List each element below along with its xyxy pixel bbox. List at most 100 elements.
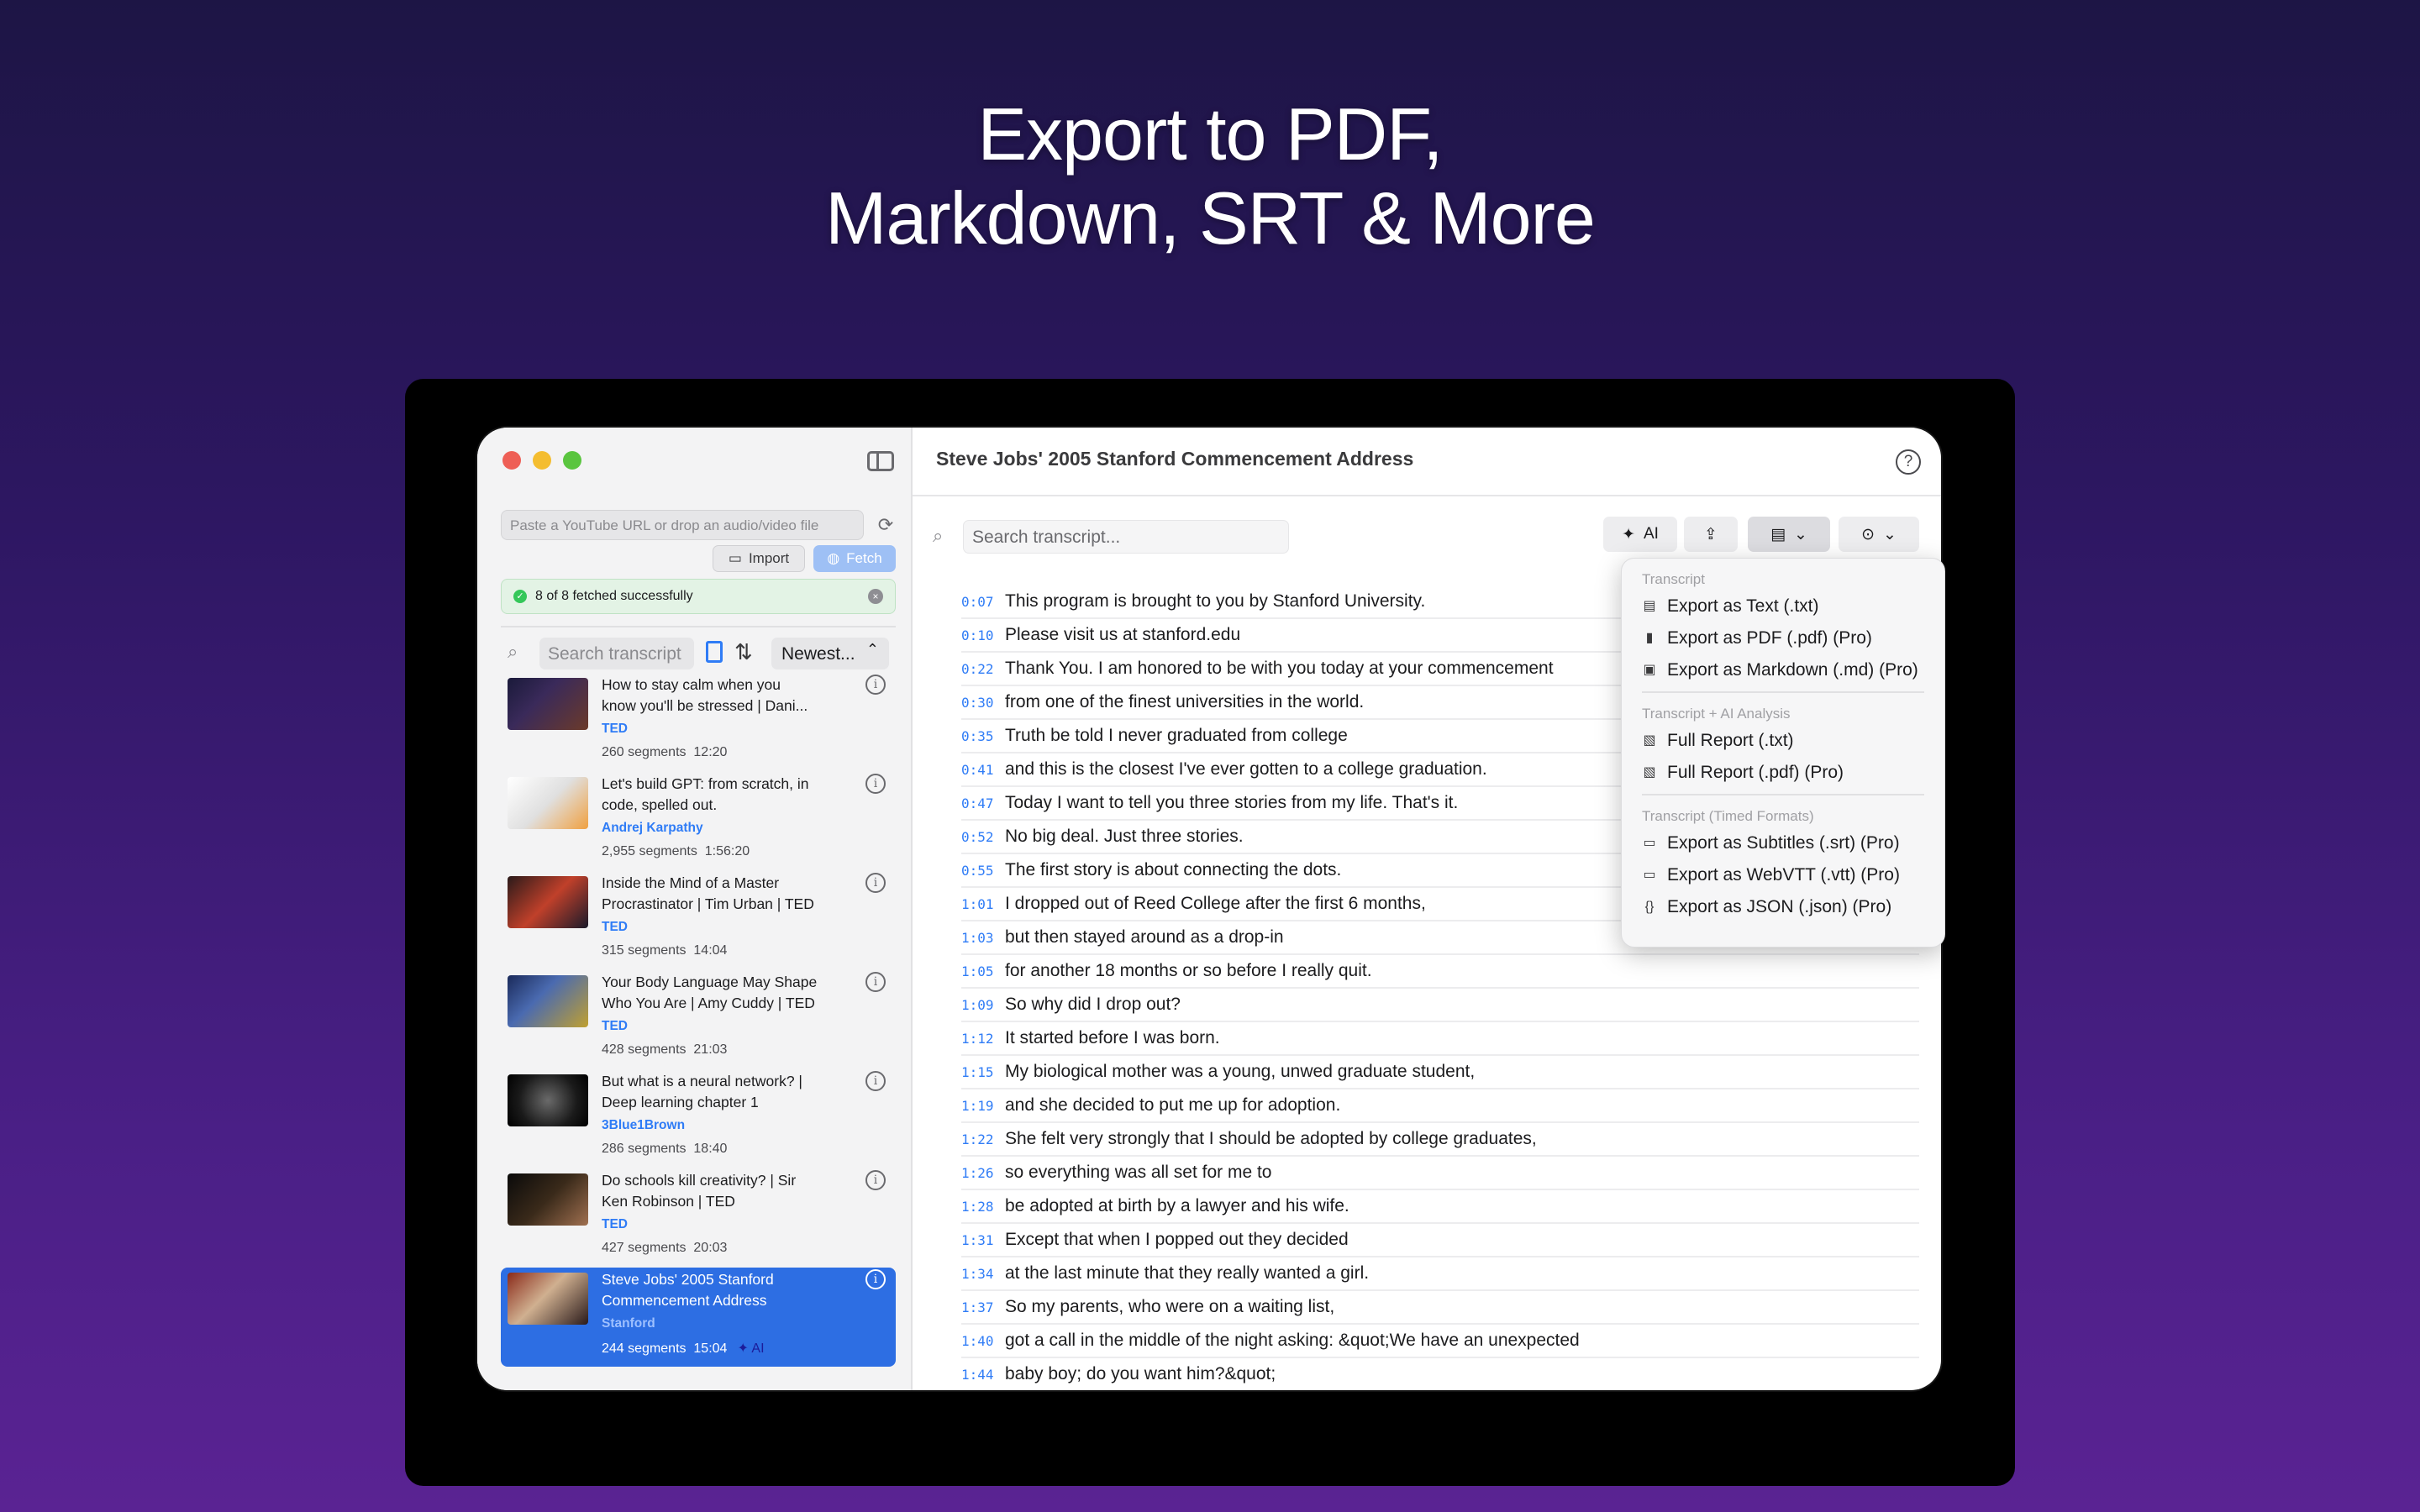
segment-timestamp[interactable]: 1:09: [961, 997, 1005, 1013]
transcript-segment[interactable]: 1:15 My biological mother was a young, un…: [961, 1056, 1919, 1089]
segment-timestamp[interactable]: 1:44: [961, 1367, 1005, 1383]
menu-item-label: Export as Text (.txt): [1667, 596, 1819, 616]
menu-section: Transcript + AI Analysis ▧ Full Report (.t…: [1622, 703, 1944, 789]
menu-item-export[interactable]: ▧ Full Report (.pdf) (Pro): [1642, 757, 1924, 789]
more-options-button[interactable]: ⊙ ⌄: [1839, 517, 1919, 552]
menu-item-export[interactable]: ▮ Export as PDF (.pdf) (Pro): [1642, 622, 1924, 654]
transcript-segment[interactable]: 1:19 and she decided to put me up for ado…: [961, 1089, 1919, 1123]
segment-text: I dropped out of Reed College after the …: [1005, 894, 1426, 913]
segment-timestamp[interactable]: 1:22: [961, 1131, 1005, 1147]
segment-timestamp[interactable]: 0:10: [961, 627, 1005, 643]
segment-timestamp[interactable]: 1:05: [961, 963, 1005, 979]
segment-timestamp[interactable]: 1:28: [961, 1199, 1005, 1215]
segment-timestamp[interactable]: 1:01: [961, 896, 1005, 912]
segment-timestamp[interactable]: 0:07: [961, 594, 1005, 610]
transcript-segment[interactable]: 1:34 at the last minute that they really …: [961, 1257, 1919, 1291]
help-icon[interactable]: ?: [1896, 449, 1921, 475]
video-list-item[interactable]: Do schools kill creativity? | Sir Ken Ro…: [501, 1168, 896, 1268]
transcript-segment[interactable]: 1:37 So my parents, who were on a waiting…: [961, 1291, 1919, 1325]
transcript-search-input[interactable]: Search transcript...: [963, 520, 1289, 554]
video-duration: 21:03: [693, 1042, 728, 1057]
export-button[interactable]: ▤ ⌄: [1748, 517, 1830, 552]
info-icon[interactable]: i: [865, 675, 886, 695]
fetch-button[interactable]: ◍ Fetch: [813, 545, 896, 572]
ai-button[interactable]: ✦ AI: [1603, 517, 1677, 552]
video-channel[interactable]: TED: [602, 1217, 628, 1232]
menu-item-export[interactable]: {} Export as JSON (.json) (Pro): [1642, 891, 1924, 923]
menu-item-export[interactable]: ▣ Export as Markdown (.md) (Pro): [1642, 654, 1924, 686]
segment-timestamp[interactable]: 1:34: [961, 1266, 1005, 1282]
segment-timestamp[interactable]: 1:03: [961, 930, 1005, 946]
segment-timestamp[interactable]: 1:12: [961, 1031, 1005, 1047]
import-button[interactable]: ▭ Import: [713, 545, 805, 572]
info-icon[interactable]: i: [865, 1170, 886, 1190]
sidebar-toggle-icon[interactable]: [867, 451, 894, 471]
segment-timestamp[interactable]: 0:41: [961, 762, 1005, 778]
bookmark-filter-icon[interactable]: [706, 641, 723, 663]
transcript-segment[interactable]: 1:12 It started before I was born.: [961, 1022, 1919, 1056]
info-icon[interactable]: i: [865, 873, 886, 893]
library-search-input[interactable]: Search transcript: [539, 638, 694, 669]
sparkle-icon: ✦: [737, 1341, 749, 1356]
video-channel[interactable]: TED: [602, 722, 628, 737]
zoom-window-button[interactable]: [563, 451, 581, 470]
segment-timestamp[interactable]: 0:52: [961, 829, 1005, 845]
refresh-icon[interactable]: ⟳: [876, 515, 896, 535]
minimize-window-button[interactable]: [533, 451, 551, 470]
segment-timestamp[interactable]: 0:55: [961, 863, 1005, 879]
segment-timestamp[interactable]: 0:22: [961, 661, 1005, 677]
sort-order-icon[interactable]: ⇅: [734, 639, 753, 665]
menu-item-export[interactable]: ▤ Export as Text (.txt): [1642, 591, 1924, 622]
segment-timestamp[interactable]: 1:15: [961, 1064, 1005, 1080]
video-channel[interactable]: Andrej Karpathy: [602, 821, 703, 836]
video-duration: 15:04: [693, 1341, 728, 1356]
video-channel[interactable]: 3Blue1Brown: [602, 1118, 685, 1133]
video-channel[interactable]: TED: [602, 920, 628, 935]
transcript-segment[interactable]: 1:28 be adopted at birth by a lawyer and …: [961, 1190, 1919, 1224]
segment-timestamp[interactable]: 0:30: [961, 695, 1005, 711]
video-list-item[interactable]: But what is a neural network? | Deep lea…: [501, 1069, 896, 1168]
video-list-item-selected[interactable]: Steve Jobs' 2005 Stanford Commencement A…: [501, 1268, 896, 1367]
close-window-button[interactable]: [502, 451, 521, 470]
menu-item-export[interactable]: ▧ Full Report (.txt): [1642, 725, 1924, 757]
info-icon[interactable]: i: [865, 1269, 886, 1289]
share-button[interactable]: ⇪: [1684, 517, 1738, 552]
info-icon[interactable]: i: [865, 774, 886, 794]
subtitle-icon: ▭: [1643, 836, 1656, 850]
segment-timestamp[interactable]: 0:35: [961, 728, 1005, 744]
transcript-segment[interactable]: 1:44 baby boy; do you want him?&quot;: [961, 1358, 1919, 1390]
info-icon[interactable]: i: [865, 972, 886, 992]
video-meta: 428 segments 21:03: [602, 1042, 727, 1058]
sidebar: Paste a YouTube URL or drop an audio/vid…: [477, 428, 913, 1390]
export-doc-icon: ▤: [1770, 525, 1786, 543]
menu-section-header: Transcript (Timed Formats): [1642, 808, 1814, 824]
transcript-segment[interactable]: 1:31 Except that when I popped out they d…: [961, 1224, 1919, 1257]
divider: [501, 626, 896, 627]
segment-timestamp[interactable]: 1:37: [961, 1299, 1005, 1315]
transcript-segment[interactable]: 1:05 for another 18 months or so before I…: [961, 955, 1919, 989]
sort-select[interactable]: Newest...: [771, 638, 889, 669]
segment-timestamp[interactable]: 1:40: [961, 1333, 1005, 1349]
segment-timestamp[interactable]: 0:47: [961, 795, 1005, 811]
video-list-item[interactable]: Your Body Language May Shape Who You Are…: [501, 970, 896, 1069]
dismiss-status-icon[interactable]: ×: [868, 589, 883, 604]
ai-badge-label: AI: [751, 1341, 765, 1356]
video-list-item[interactable]: Inside the Mind of a Master Procrastinat…: [501, 871, 896, 970]
menu-item-export[interactable]: ▭ Export as WebVTT (.vtt) (Pro): [1642, 859, 1924, 891]
video-channel[interactable]: TED: [602, 1019, 628, 1034]
url-input[interactable]: Paste a YouTube URL or drop an audio/vid…: [501, 510, 864, 540]
info-icon[interactable]: i: [865, 1071, 886, 1091]
video-list-item[interactable]: Let's build GPT: from scratch, in code, …: [501, 772, 896, 871]
segment-timestamp[interactable]: 1:26: [961, 1165, 1005, 1181]
transcript-segment[interactable]: 1:40 got a call in the middle of the nigh…: [961, 1325, 1919, 1358]
transcript-segment[interactable]: 1:09 So why did I drop out?: [961, 989, 1919, 1022]
transcript-segment[interactable]: 1:26 so everything was all set for me to: [961, 1157, 1919, 1190]
menu-item-export[interactable]: ▭ Export as Subtitles (.srt) (Pro): [1642, 827, 1924, 859]
segment-timestamp[interactable]: 1:19: [961, 1098, 1005, 1114]
video-channel[interactable]: Stanford: [602, 1316, 655, 1331]
segment-timestamp[interactable]: 1:31: [961, 1232, 1005, 1248]
menu-separator: [1642, 794, 1924, 795]
video-list-item[interactable]: How to stay calm when you know you'll be…: [501, 673, 896, 772]
transcript-segment[interactable]: 1:22 She felt very strongly that I should…: [961, 1123, 1919, 1157]
sparkle-icon: ✦: [1622, 525, 1635, 543]
